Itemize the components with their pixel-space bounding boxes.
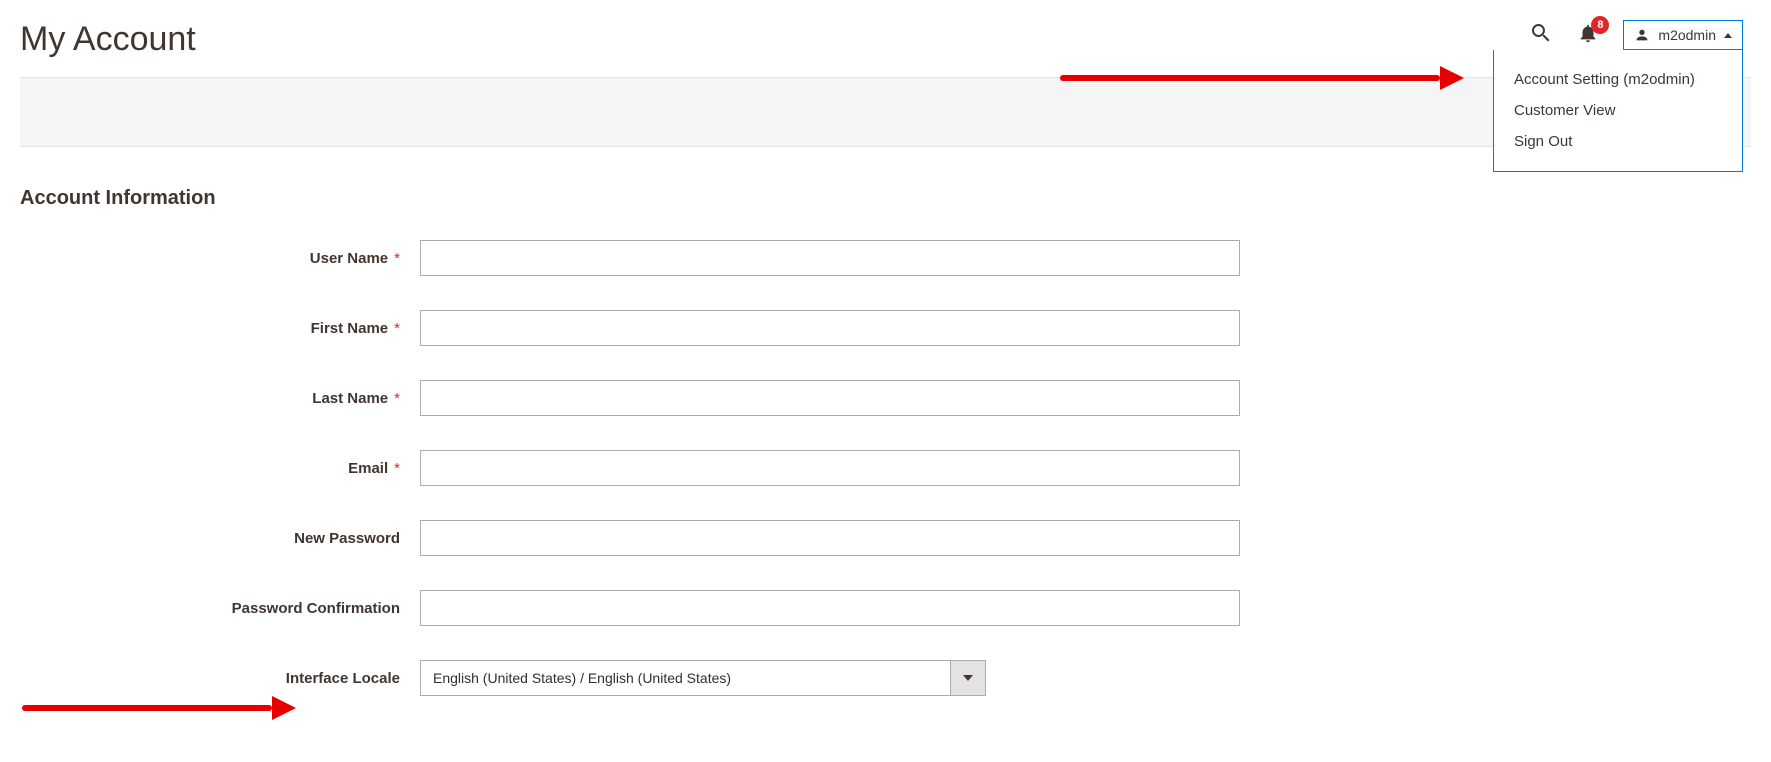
notifications-button[interactable]: 8 (1577, 22, 1599, 49)
field-last-name: Last Name* (0, 380, 1771, 416)
field-new-password: New Password (0, 520, 1771, 556)
field-first-name: First Name* (0, 310, 1771, 346)
field-password-confirmation: Password Confirmation (0, 590, 1771, 626)
required-marker: * (394, 320, 400, 337)
field-user-name: User Name* (0, 240, 1771, 276)
required-marker: * (394, 460, 400, 477)
account-form: User Name* First Name* Last Name* Email*… (0, 220, 1771, 696)
required-marker: * (394, 390, 400, 407)
input-email[interactable] (420, 450, 1240, 486)
label-password-confirmation: Password Confirmation (0, 600, 420, 617)
input-last-name[interactable] (420, 380, 1240, 416)
chevron-down-icon[interactable] (950, 660, 986, 696)
user-dropdown: Account Setting (m2odmin) Customer View … (1493, 50, 1743, 172)
input-first-name[interactable] (420, 310, 1240, 346)
dropdown-sign-out[interactable]: Sign Out (1494, 126, 1742, 157)
label-user-name: User Name* (0, 250, 420, 267)
dropdown-account-setting[interactable]: Account Setting (m2odmin) (1494, 64, 1742, 95)
required-marker: * (394, 250, 400, 267)
header-actions: 8 m2odmin Account Setting (m2odmin) Cust… (1529, 20, 1751, 50)
notification-badge: 8 (1591, 16, 1609, 34)
select-interface-locale[interactable]: English (United States) / English (Unite… (420, 660, 986, 696)
user-menu: m2odmin Account Setting (m2odmin) Custom… (1623, 20, 1743, 50)
field-interface-locale: Interface Locale English (United States)… (0, 660, 1771, 696)
input-user-name[interactable] (420, 240, 1240, 276)
caret-up-icon (1724, 33, 1732, 38)
label-first-name: First Name* (0, 320, 420, 337)
field-email: Email* (0, 450, 1771, 486)
dropdown-customer-view[interactable]: Customer View (1494, 95, 1742, 126)
page-title: My Account (20, 20, 196, 59)
toolbar-strip: R (20, 77, 1751, 147)
input-password-confirmation[interactable] (420, 590, 1240, 626)
user-icon (1634, 27, 1650, 43)
select-interface-locale-value: English (United States) / English (Unite… (420, 660, 950, 696)
search-icon[interactable] (1529, 21, 1553, 50)
label-interface-locale: Interface Locale (0, 670, 420, 687)
input-new-password[interactable] (420, 520, 1240, 556)
user-menu-trigger[interactable]: m2odmin (1623, 20, 1743, 50)
annotation-arrow-interface-locale (22, 700, 292, 716)
header-bar: My Account 8 m2odmin Account Setting (m2… (0, 0, 1771, 59)
user-menu-username: m2odmin (1658, 27, 1716, 43)
label-new-password: New Password (0, 530, 420, 547)
label-last-name: Last Name* (0, 390, 420, 407)
label-email: Email* (0, 460, 420, 477)
